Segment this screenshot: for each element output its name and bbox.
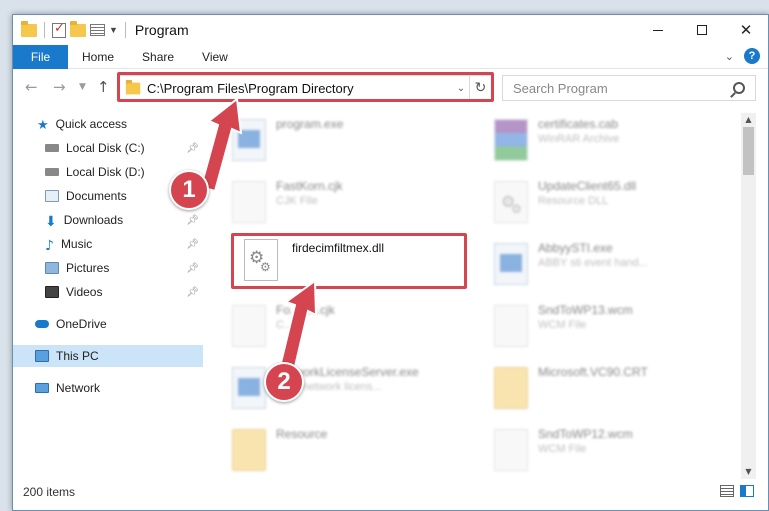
explorer-window: ▼ Program ✕ File Home Share View ⌄ ? ← →… [12, 14, 769, 511]
callout-badge-1: 1 [169, 170, 209, 210]
callout-badge-2: 2 [264, 362, 304, 402]
annotation-arrows [199, 97, 318, 377]
arrow-2-shape [277, 279, 318, 377]
arrow-1-shape [199, 97, 243, 193]
